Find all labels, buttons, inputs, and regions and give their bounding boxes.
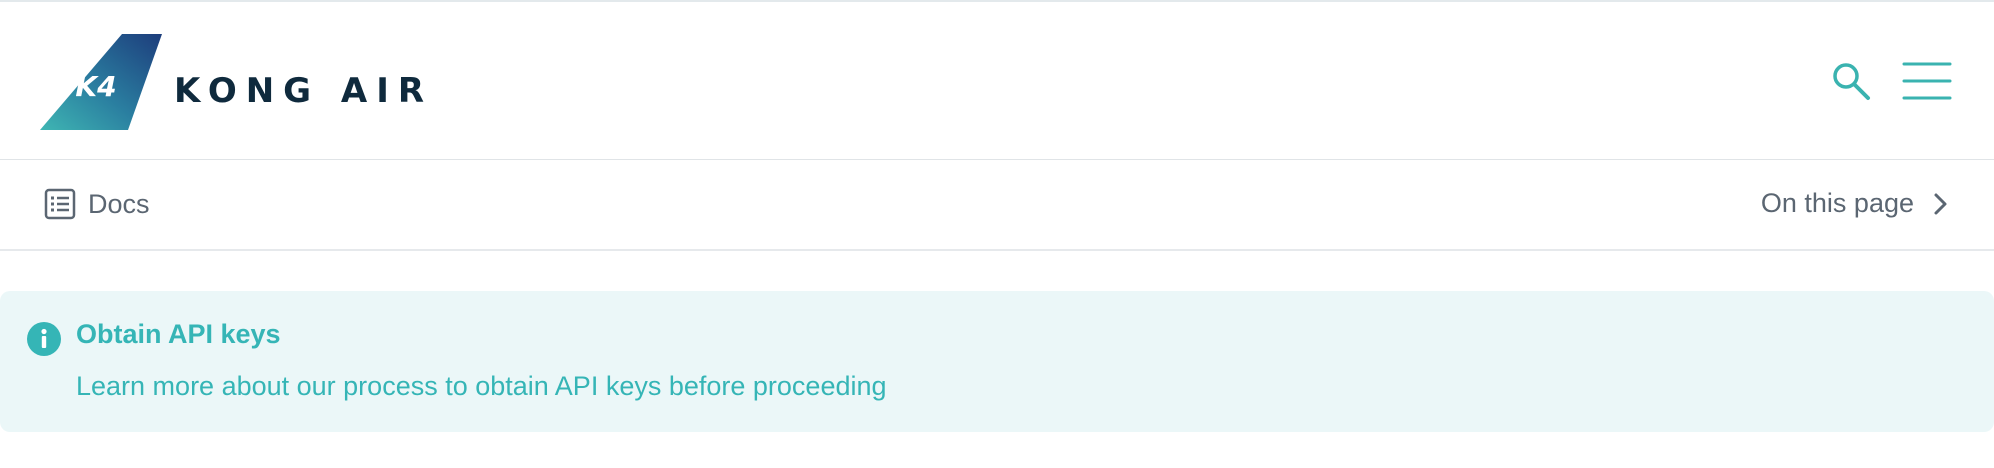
on-this-page-toggle[interactable]: On this page (1761, 188, 1952, 219)
search-icon[interactable] (1830, 60, 1872, 102)
svg-text:K4: K4 (75, 70, 116, 103)
docs-link[interactable]: Docs (44, 188, 150, 220)
hamburger-menu-icon[interactable] (1902, 60, 1952, 102)
callout-title: Obtain API keys (76, 319, 281, 349)
site-header: K4 KONG AIR (0, 0, 1994, 160)
callout-text: Learn more about our process to obtain A… (76, 371, 887, 401)
list-document-icon (44, 188, 76, 220)
info-callout: Obtain API keys Learn more about our pro… (0, 291, 1994, 432)
page: K4 KONG AIR Docs On this page Obtain API… (0, 0, 1994, 468)
brand-logo[interactable]: K4 KONG AIR (40, 34, 433, 130)
brand-name: KONG AIR (174, 71, 434, 111)
on-this-page-label: On this page (1760, 188, 1914, 218)
header-actions (1830, 60, 1952, 102)
airplane-tail-logo-icon: K4 (40, 34, 162, 130)
chevron-right-icon (1934, 193, 1947, 214)
docs-label: Docs (88, 188, 150, 219)
docs-bar: Docs On this page (0, 160, 1994, 251)
info-icon (27, 322, 61, 356)
